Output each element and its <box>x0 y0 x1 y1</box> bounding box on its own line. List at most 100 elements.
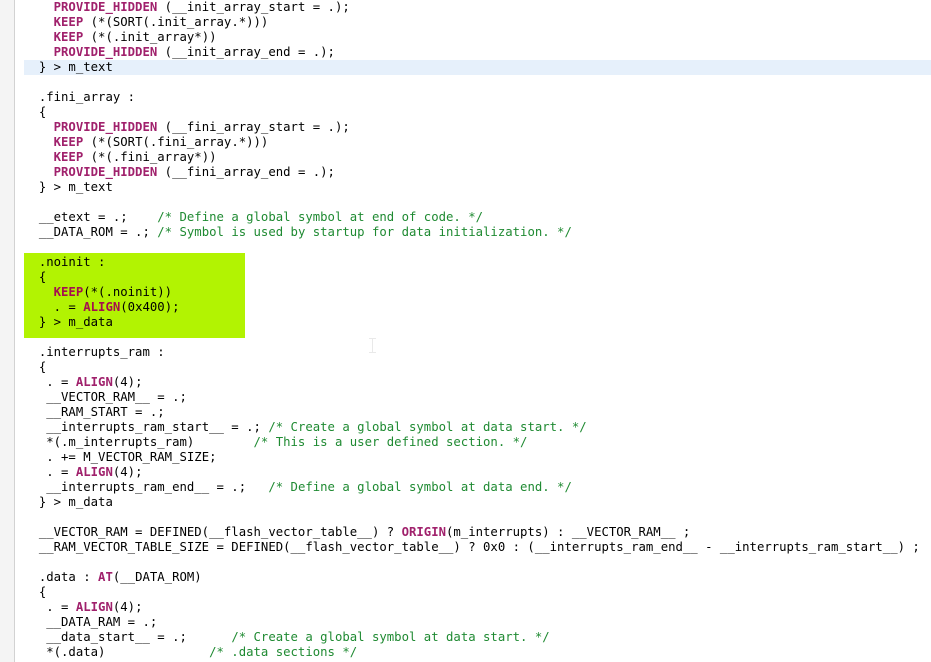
code-line[interactable]: KEEP (*(SORT(.init_array.*))) <box>24 15 269 30</box>
keyword-token: ALIGN <box>75 600 113 614</box>
code-line[interactable]: PROVIDE_HIDDEN (__fini_array_start = .); <box>24 120 350 135</box>
keyword-token: PROVIDE_HIDDEN <box>53 120 158 134</box>
code-line[interactable]: { <box>24 360 46 375</box>
code-token: (*(SORT(.fini_array.*))) <box>83 135 269 149</box>
code-token: (__init_array_start = .); <box>157 0 350 14</box>
code-line[interactable]: . = ALIGN(4); <box>24 465 143 480</box>
code-line[interactable]: } > m_text <box>24 180 113 195</box>
code-line[interactable]: . += M_VECTOR_RAM_SIZE; <box>24 450 216 465</box>
code-line[interactable]: } > m_data <box>24 315 113 330</box>
comment-token: /* Create a global symbol at data start.… <box>231 630 550 644</box>
code-line[interactable]: KEEP (*(.init_array*)) <box>24 30 217 45</box>
code-token: { <box>38 360 47 374</box>
code-line[interactable]: .fini_array : <box>24 90 135 105</box>
code-token: .interrupts_ram : <box>38 345 165 359</box>
code-line[interactable]: . = ALIGN(4); <box>24 600 143 615</box>
code-token: . = <box>53 300 84 314</box>
code-editor[interactable]: PROVIDE_HIDDEN (__init_array_start = .);… <box>0 0 931 662</box>
code-line[interactable]: __VECTOR_RAM__ = .; <box>24 390 187 405</box>
keyword-token: ALIGN <box>75 375 113 389</box>
code-token: __etext = .; <box>38 210 158 224</box>
code-token: __VECTOR_RAM__ = .; <box>46 390 187 404</box>
code-line[interactable]: . = ALIGN(4); <box>24 375 142 390</box>
code-line[interactable]: __DATA_RAM = .; <box>24 615 157 630</box>
code-line[interactable]: __RAM_VECTOR_TABLE_SIZE = DEFINED(__flas… <box>24 540 920 555</box>
code-token: (__fini_array_start = .); <box>157 120 350 134</box>
code-line[interactable]: .noinit : <box>24 255 106 270</box>
code-token: __data_start__ = .; <box>46 630 232 644</box>
code-line[interactable]: PROVIDE_HIDDEN (__init_array_start = .); <box>24 0 350 15</box>
code-line[interactable]: PROVIDE_HIDDEN (__fini_array_end = .); <box>24 165 335 180</box>
code-line[interactable]: *(.data) /* .data sections */ <box>24 645 357 660</box>
code-line[interactable]: { <box>24 585 46 600</box>
code-line[interactable]: .data : AT(__DATA_ROM) <box>24 570 202 585</box>
comment-token: /* Define a global symbol at end of code… <box>157 210 484 224</box>
code-line[interactable]: .interrupts_ram : <box>24 345 165 360</box>
code-token: __DATA_RAM = .; <box>46 615 158 629</box>
code-line[interactable]: KEEP (*(.fini_array*)) <box>24 150 217 165</box>
keyword-token: ORIGIN <box>401 525 446 539</box>
code-token: __VECTOR_RAM = DEFINED(__flash_vector_ta… <box>38 525 402 539</box>
keyword-token: KEEP <box>53 15 84 29</box>
code-line[interactable]: KEEP(*(.noinit)) <box>24 285 172 300</box>
code-token: __interrupts_ram_start__ = .; <box>46 420 269 434</box>
code-line[interactable]: } > m_data <box>24 495 113 510</box>
code-line[interactable]: . = ALIGN(0x400); <box>24 300 180 315</box>
code-token: } > m_data <box>38 315 113 329</box>
code-line[interactable]: { <box>24 105 46 120</box>
mouse-ibeam-cursor <box>369 338 376 353</box>
code-line[interactable]: __interrupts_ram_end__ = .; /* Define a … <box>24 480 572 495</box>
comment-token: /* .data sections */ <box>209 645 358 659</box>
keyword-token: KEEP <box>53 135 84 149</box>
editor-gutter[interactable] <box>0 0 15 662</box>
code-token: .data : <box>38 570 99 584</box>
comment-token: /* Symbol is used by startup for data in… <box>157 225 572 239</box>
code-line[interactable]: PROVIDE_HIDDEN (__init_array_end = .); <box>24 45 335 60</box>
keyword-token: KEEP <box>53 285 84 299</box>
code-line[interactable]: __interrupts_ram_start__ = .; /* Create … <box>24 420 587 435</box>
code-token: } > m_text <box>38 60 113 74</box>
code-line[interactable]: KEEP (*(SORT(.fini_array.*))) <box>24 135 269 150</box>
code-line[interactable]: __VECTOR_RAM = DEFINED(__flash_vector_ta… <box>24 525 691 540</box>
keyword-token: PROVIDE_HIDDEN <box>53 165 158 179</box>
code-token: . = <box>46 600 76 614</box>
keyword-token: KEEP <box>53 30 84 44</box>
code-surface[interactable]: PROVIDE_HIDDEN (__init_array_start = .);… <box>17 0 931 662</box>
comment-token: /* Create a global symbol at data start.… <box>268 420 587 434</box>
code-line[interactable]: } > m_text <box>24 60 113 75</box>
code-line[interactable]: *(.m_interrupts_ram) /* This is a user d… <box>24 435 527 450</box>
code-token: (4); <box>112 465 143 479</box>
code-token: (m_interrupts) : __VECTOR_RAM__ ; <box>446 525 691 539</box>
code-line[interactable]: __etext = .; /* Define a global symbol a… <box>24 210 483 225</box>
code-line[interactable]: { <box>24 270 46 285</box>
code-token: .fini_array : <box>38 90 136 104</box>
code-token: (*(.noinit)) <box>83 285 173 299</box>
keyword-token: ALIGN <box>83 300 121 314</box>
code-token: *(.data) <box>46 645 210 659</box>
code-line[interactable]: __data_start__ = .; /* Create a global s… <box>24 630 550 645</box>
code-line[interactable]: __DATA_ROM = .; /* Symbol is used by sta… <box>24 225 572 240</box>
code-line[interactable]: __RAM_START = .; <box>24 405 164 420</box>
code-token: (4); <box>112 600 143 614</box>
comment-token: /* Define a global symbol at data end. *… <box>268 480 572 494</box>
